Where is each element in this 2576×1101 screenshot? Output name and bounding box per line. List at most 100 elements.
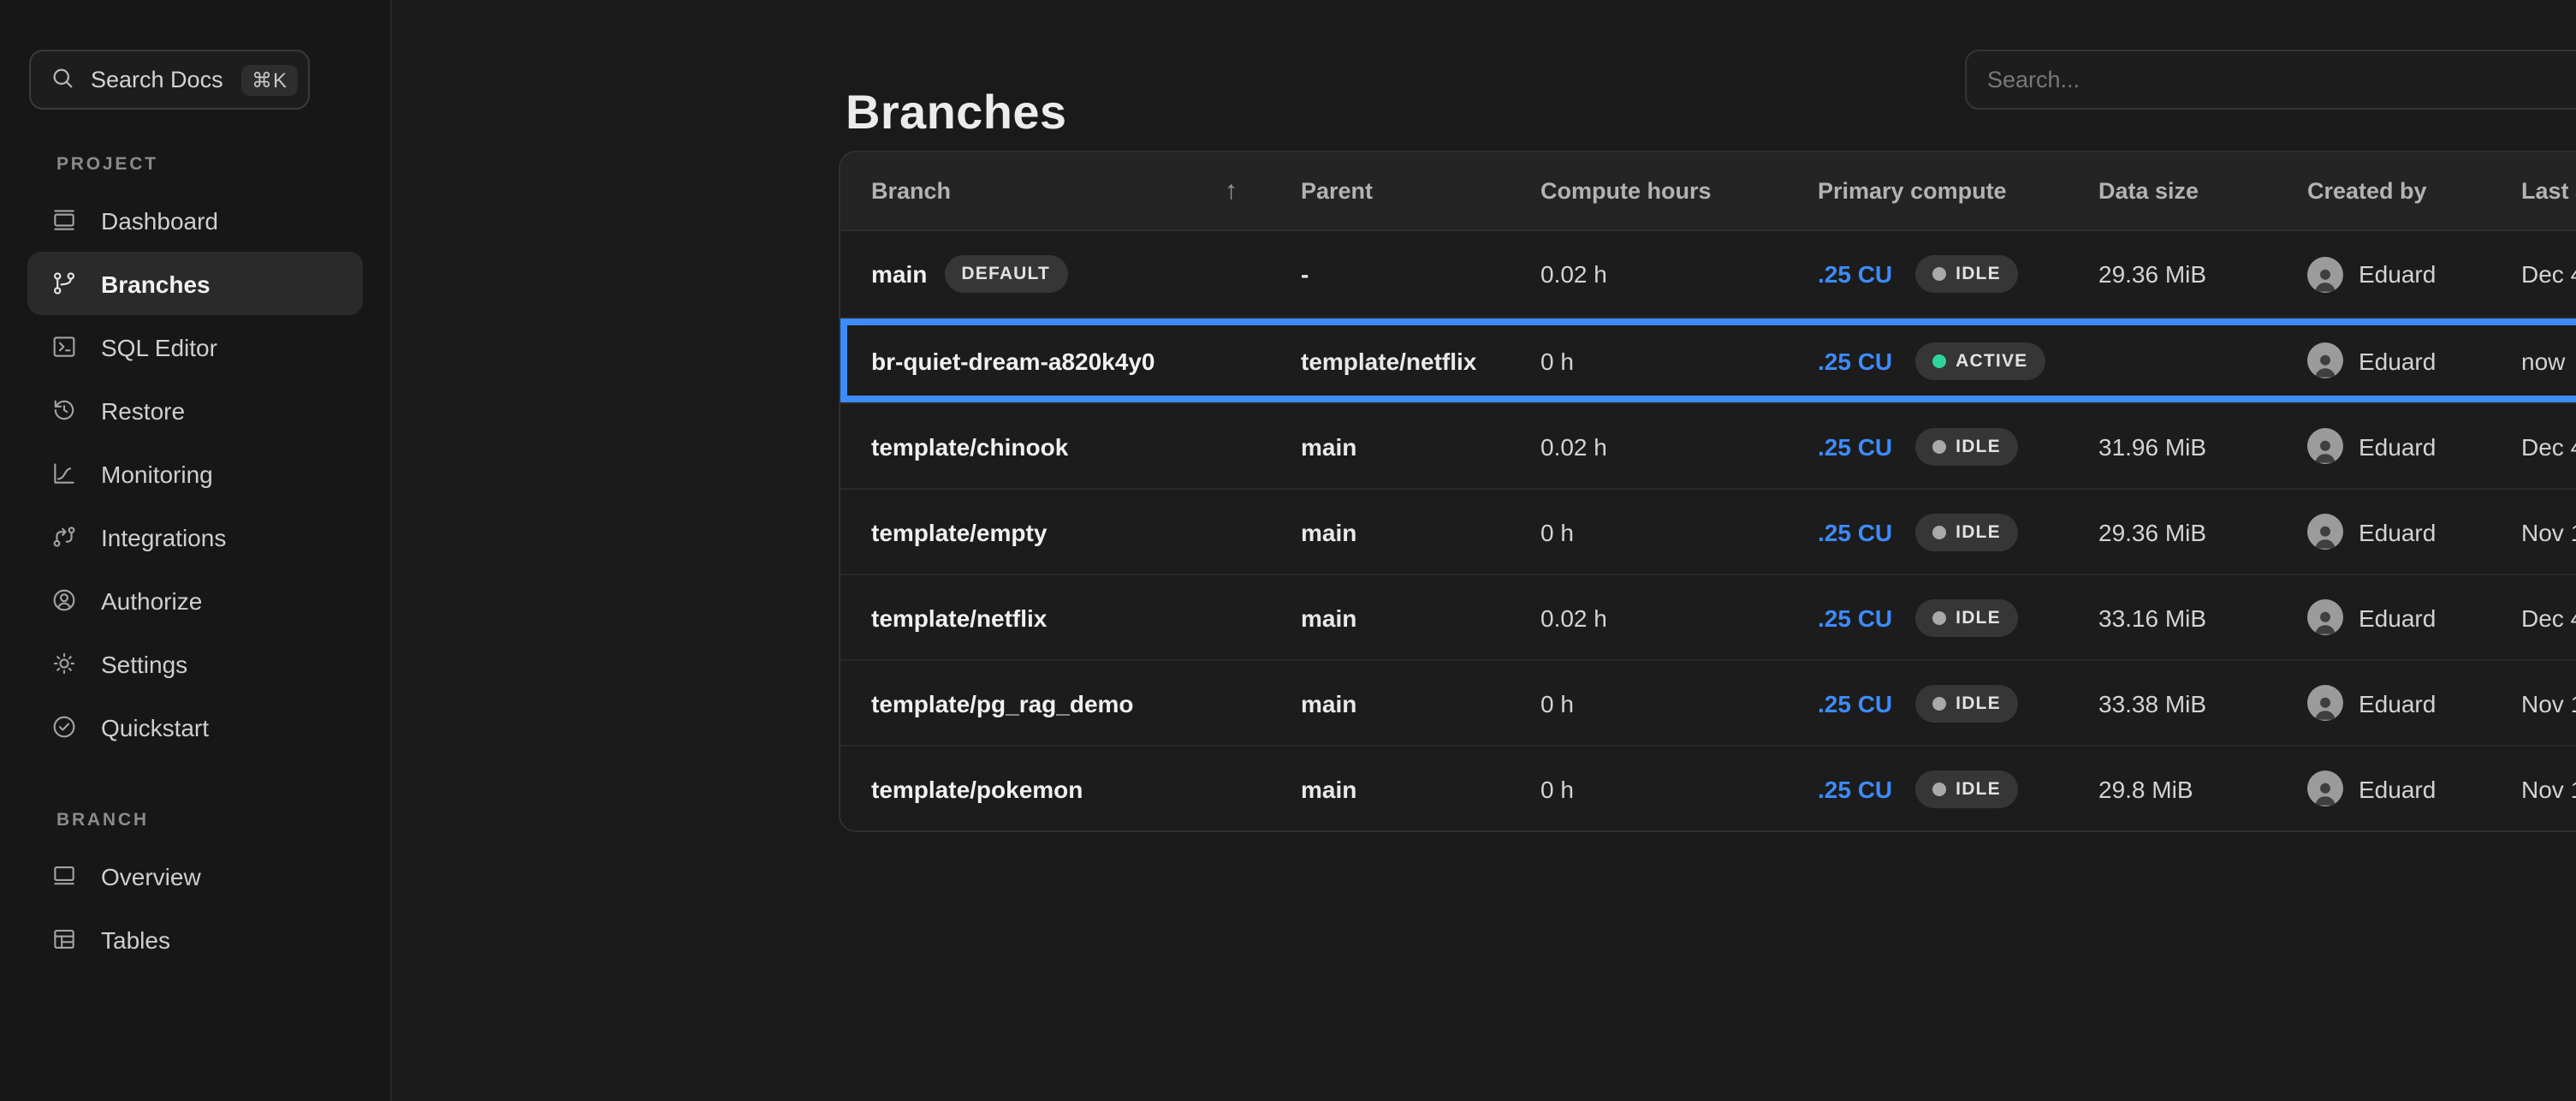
column-header-last-active[interactable]: Last active [2521,178,2576,204]
sidebar-item-tables[interactable]: Tables [27,908,363,971]
created-by-name: Eduard [2359,775,2436,802]
search-docs-button[interactable]: Search Docs ⌘K [29,50,310,110]
sidebar-item-overview[interactable]: Overview [27,844,363,908]
primary-compute-cell: .25 CU IDLE [1818,770,2098,807]
sidebar-item-sql-editor[interactable]: SQL Editor [27,315,363,378]
sidebar-item-quickstart[interactable]: Quickstart [27,695,363,759]
created-by-name: Eduard [2359,432,2436,460]
sidebar-item-label: Tables [101,925,170,953]
status-label: IDLE [1956,693,2001,713]
branch-name: template/chinook [871,432,1068,460]
last-active-value: now [2521,347,2576,374]
compute-units-link[interactable]: .25 CU [1818,347,1892,374]
sidebar-item-label: Branches [101,270,211,297]
status-dot-icon [1932,782,1945,795]
created-by-name: Eduard [2359,260,2436,288]
column-header-parent[interactable]: Parent [1301,178,1540,204]
parent-branch: main [1301,432,1540,460]
parent-branch: main [1301,689,1540,717]
status-badge: IDLE [1914,255,2018,293]
status-label: ACTIVE [1956,350,2027,371]
sidebar: Search Docs ⌘K PROJECT Dashboard Branche… [0,0,392,1101]
compute-units-link[interactable]: .25 CU [1818,432,1892,460]
sidebar-item-branches[interactable]: Branches [27,252,363,315]
sidebar-item-restore[interactable]: Restore [27,378,363,442]
sidebar-item-label: Monitoring [101,460,213,487]
status-dot-icon [1932,439,1945,453]
table-row[interactable]: template/netflix main 0.02 h .25 CU IDLE… [840,574,2576,659]
table-row[interactable]: br-quiet-dream-a820k4y0 template/netflix… [840,317,2576,402]
avatar [2307,685,2343,721]
table-row[interactable]: template/empty main 0 h .25 CU IDLE 29.3… [840,488,2576,574]
search-docs-label: Search Docs [91,67,226,92]
default-badge: DEFAULT [944,255,1067,293]
status-label: IDLE [1956,607,2001,628]
sidebar-item-dashboard[interactable]: Dashboard [27,188,363,252]
main-content: Branches New Branch 7/100000 Branch ↑ Pa… [392,0,2576,1101]
branch-cell: template/pokemon [871,775,1301,802]
parent-branch: main [1301,775,1540,802]
compute-hours-value: 0 h [1540,518,1818,545]
sql-editor-icon [48,331,79,362]
branch-name: template/pg_rag_demo [871,689,1134,717]
compute-units-link[interactable]: .25 CU [1818,775,1892,802]
sort-asc-icon[interactable]: ↑ [1225,176,1238,205]
avatar [2307,342,2343,378]
git-branch-icon [48,268,79,299]
branch-cell: template/chinook [871,432,1301,460]
sidebar-item-monitoring[interactable]: Monitoring [27,442,363,505]
compute-hours-value: 0.02 h [1540,604,1818,631]
sidebar-item-settings[interactable]: Settings [27,632,363,695]
column-header-data-size[interactable]: Data size [2098,178,2307,204]
table-row[interactable]: template/pg_rag_demo main 0 h .25 CU IDL… [840,659,2576,745]
last-active-value: Dec 4, 2024 8:56 am [2521,432,2576,460]
compute-hours-value: 0 h [1540,347,1818,374]
integrations-icon [48,521,79,552]
branch-name: main [871,260,927,288]
created-by-cell: Eduard [2307,342,2521,378]
status-badge: IDLE [1914,770,2018,807]
compute-units-link[interactable]: .25 CU [1818,689,1892,717]
status-badge: ACTIVE [1914,342,2045,379]
column-header-branch[interactable]: Branch ↑ [871,176,1301,205]
column-header-primary-compute[interactable]: Primary compute [1818,178,2098,204]
parent-branch: template/netflix [1301,347,1540,374]
table-body: main DEFAULT - 0.02 h .25 CU IDLE 29.36 … [840,231,2576,830]
column-header-created-by[interactable]: Created by [2307,178,2521,204]
sidebar-item-integrations[interactable]: Integrations [27,505,363,568]
compute-units-link[interactable]: .25 CU [1818,604,1892,631]
status-badge: IDLE [1914,427,2018,465]
app-window: Search Docs ⌘K PROJECT Dashboard Branche… [0,0,2576,1101]
compute-hours-value: 0.02 h [1540,260,1818,288]
user-circle-icon [48,585,79,616]
compute-units-link[interactable]: .25 CU [1818,260,1892,288]
monitoring-chart-icon [48,458,79,489]
branch-name: br-quiet-dream-a820k4y0 [871,347,1155,374]
branch-cell: template/netflix [871,604,1301,631]
table-row[interactable]: template/chinook main 0.02 h .25 CU IDLE… [840,402,2576,488]
primary-compute-cell: .25 CU IDLE [1818,684,2098,722]
sidebar-item-label: Settings [101,650,187,677]
branches-table: Branch ↑ Parent Compute hours Primary co… [839,151,2576,832]
created-by-cell: Eduard [2307,514,2521,550]
table-row[interactable]: template/pokemon main 0 h .25 CU IDLE 29… [840,745,2576,830]
avatar [2307,514,2343,550]
status-dot-icon [1932,354,1945,367]
branches-search-input[interactable] [1965,50,2576,110]
compute-hours-value: 0 h [1540,689,1818,717]
data-size-value: 29.36 MiB [2098,260,2307,288]
avatar [2307,771,2343,806]
data-size-value: 29.8 MiB [2098,775,2307,802]
sidebar-item-label: Integrations [101,523,226,550]
column-header-compute-hours[interactable]: Compute hours [1540,178,1818,204]
data-size-value: 31.96 MiB [2098,432,2307,460]
table-row[interactable]: main DEFAULT - 0.02 h .25 CU IDLE 29.36 … [840,231,2576,317]
created-by-name: Eduard [2359,518,2436,545]
compute-units-link[interactable]: .25 CU [1818,518,1892,545]
sidebar-item-authorize[interactable]: Authorize [27,568,363,632]
parent-branch: main [1301,604,1540,631]
data-size-value: 33.38 MiB [2098,689,2307,717]
created-by-name: Eduard [2359,347,2436,374]
created-by-cell: Eduard [2307,685,2521,721]
created-by-cell: Eduard [2307,599,2521,635]
